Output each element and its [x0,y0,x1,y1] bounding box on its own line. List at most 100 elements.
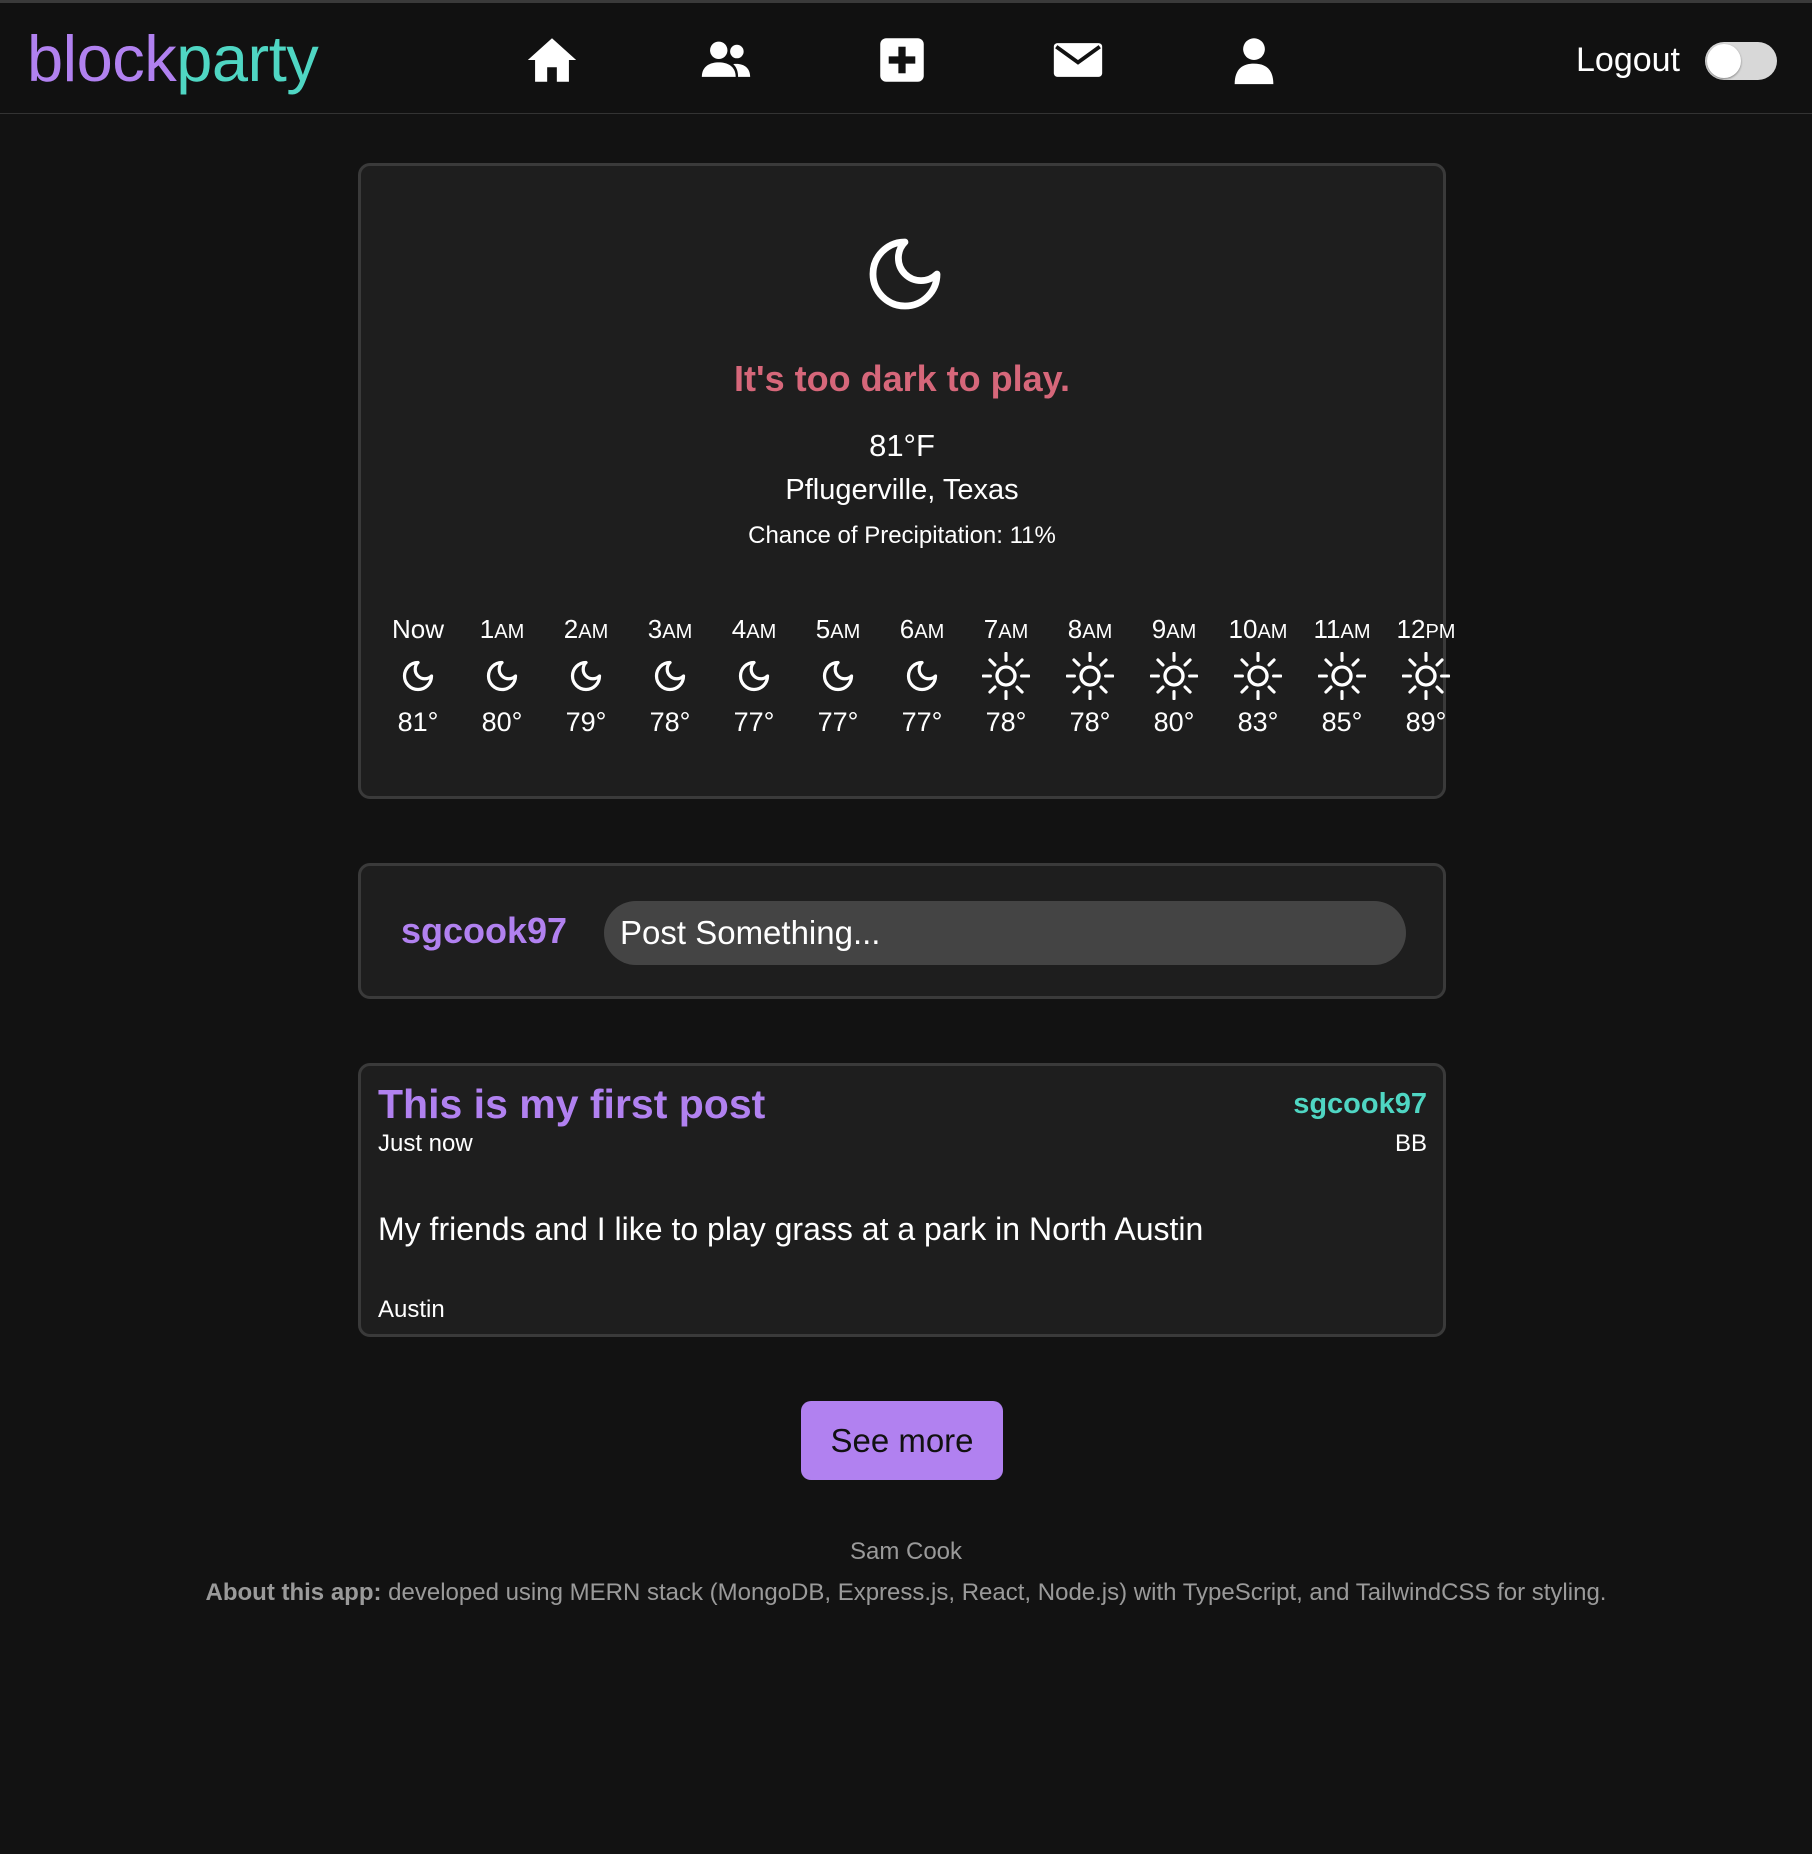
brand-part-party: party [176,22,319,95]
sun-icon [964,647,1048,705]
moon-icon [865,234,945,314]
hourly-hour: 6 [899,614,915,644]
current-temperature: 81°F [869,428,935,463]
weather-location: Pflugerville, Texas [785,474,1019,506]
top-navbar: blockparty Logout [0,0,1812,114]
hourly-item: 12PM 89° [1384,611,1468,738]
hourly-item: 11AM 85° [1300,611,1384,738]
hourly-suffix: AM [830,621,861,643]
hourly-item: 7AM 78° [964,611,1048,738]
moon-icon [628,647,712,705]
weather-card: It's too dark to play. 81°F Pflugerville… [358,163,1455,799]
hourly-suffix: AM [1257,621,1288,643]
theme-toggle[interactable] [1705,42,1777,80]
hourly-hour: 7 [983,614,999,644]
hourly-time: 6AM [880,611,964,647]
hourly-suffix: AM [746,621,777,643]
hourly-time: 3AM [628,611,712,647]
hourly-item: 4AM 77° [712,611,796,738]
hourly-hour: 8 [1067,614,1083,644]
hourly-temp: 89° [1405,707,1447,737]
footer-about-label: About this app: [205,1579,382,1606]
hourly-time: 9AM [1132,611,1216,647]
footer-about: About this app: developed using MERN sta… [0,1579,1812,1607]
hourly-suffix: PM [1425,621,1456,643]
hourly-item: 5AM 77° [796,611,880,738]
moon-icon [544,647,628,705]
hourly-time: 8AM [1048,611,1132,647]
hourly-time: 4AM [712,611,796,647]
brand-part-block: block [27,22,177,95]
hourly-hour: 9 [1151,614,1167,644]
messages-icon[interactable] [1049,31,1107,89]
hourly-hour: 12 [1396,614,1426,644]
post-title: This is my first post [378,1081,766,1127]
post-timestamp: Just now [378,1130,473,1157]
brand-logo[interactable]: blockparty [27,21,319,96]
hourly-item: 3AM 78° [628,611,712,738]
hourly-item: Now 81° [376,611,460,738]
hourly-temp: 77° [901,707,943,737]
post-author[interactable]: sgcook97 [1293,1088,1427,1121]
hourly-temp: 78° [1069,707,1111,737]
footer-about-text: developed using MERN stack (MongoDB, Exp… [381,1579,1607,1606]
hourly-temp: 80° [481,707,523,737]
friends-icon[interactable] [697,31,755,89]
hourly-hour: 3 [647,614,663,644]
hourly-hour: 1 [479,614,495,644]
hourly-temp: 79° [565,707,607,737]
create-post-icon[interactable] [873,31,931,89]
post-composer: sgcook97 [358,863,1446,999]
hourly-hour: 2 [563,614,579,644]
hourly-suffix: AM [914,621,945,643]
hourly-hour: 4 [731,614,747,644]
post-card[interactable]: This is my first post Just now sgcook97 … [358,1063,1446,1337]
moon-icon [796,647,880,705]
hourly-suffix: AM [494,621,525,643]
post-input[interactable] [604,901,1406,965]
play-condition-message: It's too dark to play. [734,358,1070,399]
hourly-suffix: AM [1166,621,1197,643]
sun-icon [1216,647,1300,705]
composer-username[interactable]: sgcook97 [401,910,567,952]
hourly-item: 1AM 80° [460,611,544,738]
moon-icon [712,647,796,705]
hourly-item: 10AM 83° [1216,611,1300,738]
hourly-time: 2AM [544,611,628,647]
sun-icon [1048,647,1132,705]
hourly-suffix: AM [578,621,609,643]
profile-icon[interactable] [1225,31,1283,89]
hourly-item: 9AM 80° [1132,611,1216,738]
hourly-suffix: AM [662,621,693,643]
hourly-item: 6AM 77° [880,611,964,738]
hourly-temp: 78° [649,707,691,737]
sun-icon [1132,647,1216,705]
moon-icon [880,647,964,705]
hourly-forecast: Now 81° 1AM 80° 2AM 79° 3AM 78° 4AM 77° 5AM 77° 6AM 7… [376,611,1455,761]
home-icon[interactable] [523,31,581,89]
post-city: Austin [378,1296,445,1323]
logout-link[interactable]: Logout [1576,41,1680,80]
hourly-temp: 83° [1237,707,1279,737]
hourly-temp: 77° [817,707,859,737]
see-more-button[interactable]: See more [801,1401,1003,1480]
hourly-temp: 80° [1153,707,1195,737]
hourly-time: 12PM [1384,611,1468,647]
hourly-hour: 11 [1313,614,1341,644]
hourly-suffix: AM [998,621,1029,643]
moon-icon [460,647,544,705]
hourly-item: 2AM 79° [544,611,628,738]
moon-icon [376,647,460,705]
hourly-suffix: AM [1340,621,1371,643]
hourly-item: 8AM 78° [1048,611,1132,738]
hourly-temp: 85° [1321,707,1363,737]
hourly-time: Now [376,611,460,647]
precipitation-chance: Chance of Precipitation: 11% [748,522,1056,549]
footer-author: Sam Cook [849,1538,963,1565]
hourly-time: 5AM [796,611,880,647]
toggle-knob [1707,44,1741,78]
hourly-time: 10AM [1216,611,1300,647]
hourly-time: 11AM [1300,611,1384,647]
hourly-suffix: AM [1082,621,1113,643]
post-sport-tag: BB [1394,1130,1427,1157]
